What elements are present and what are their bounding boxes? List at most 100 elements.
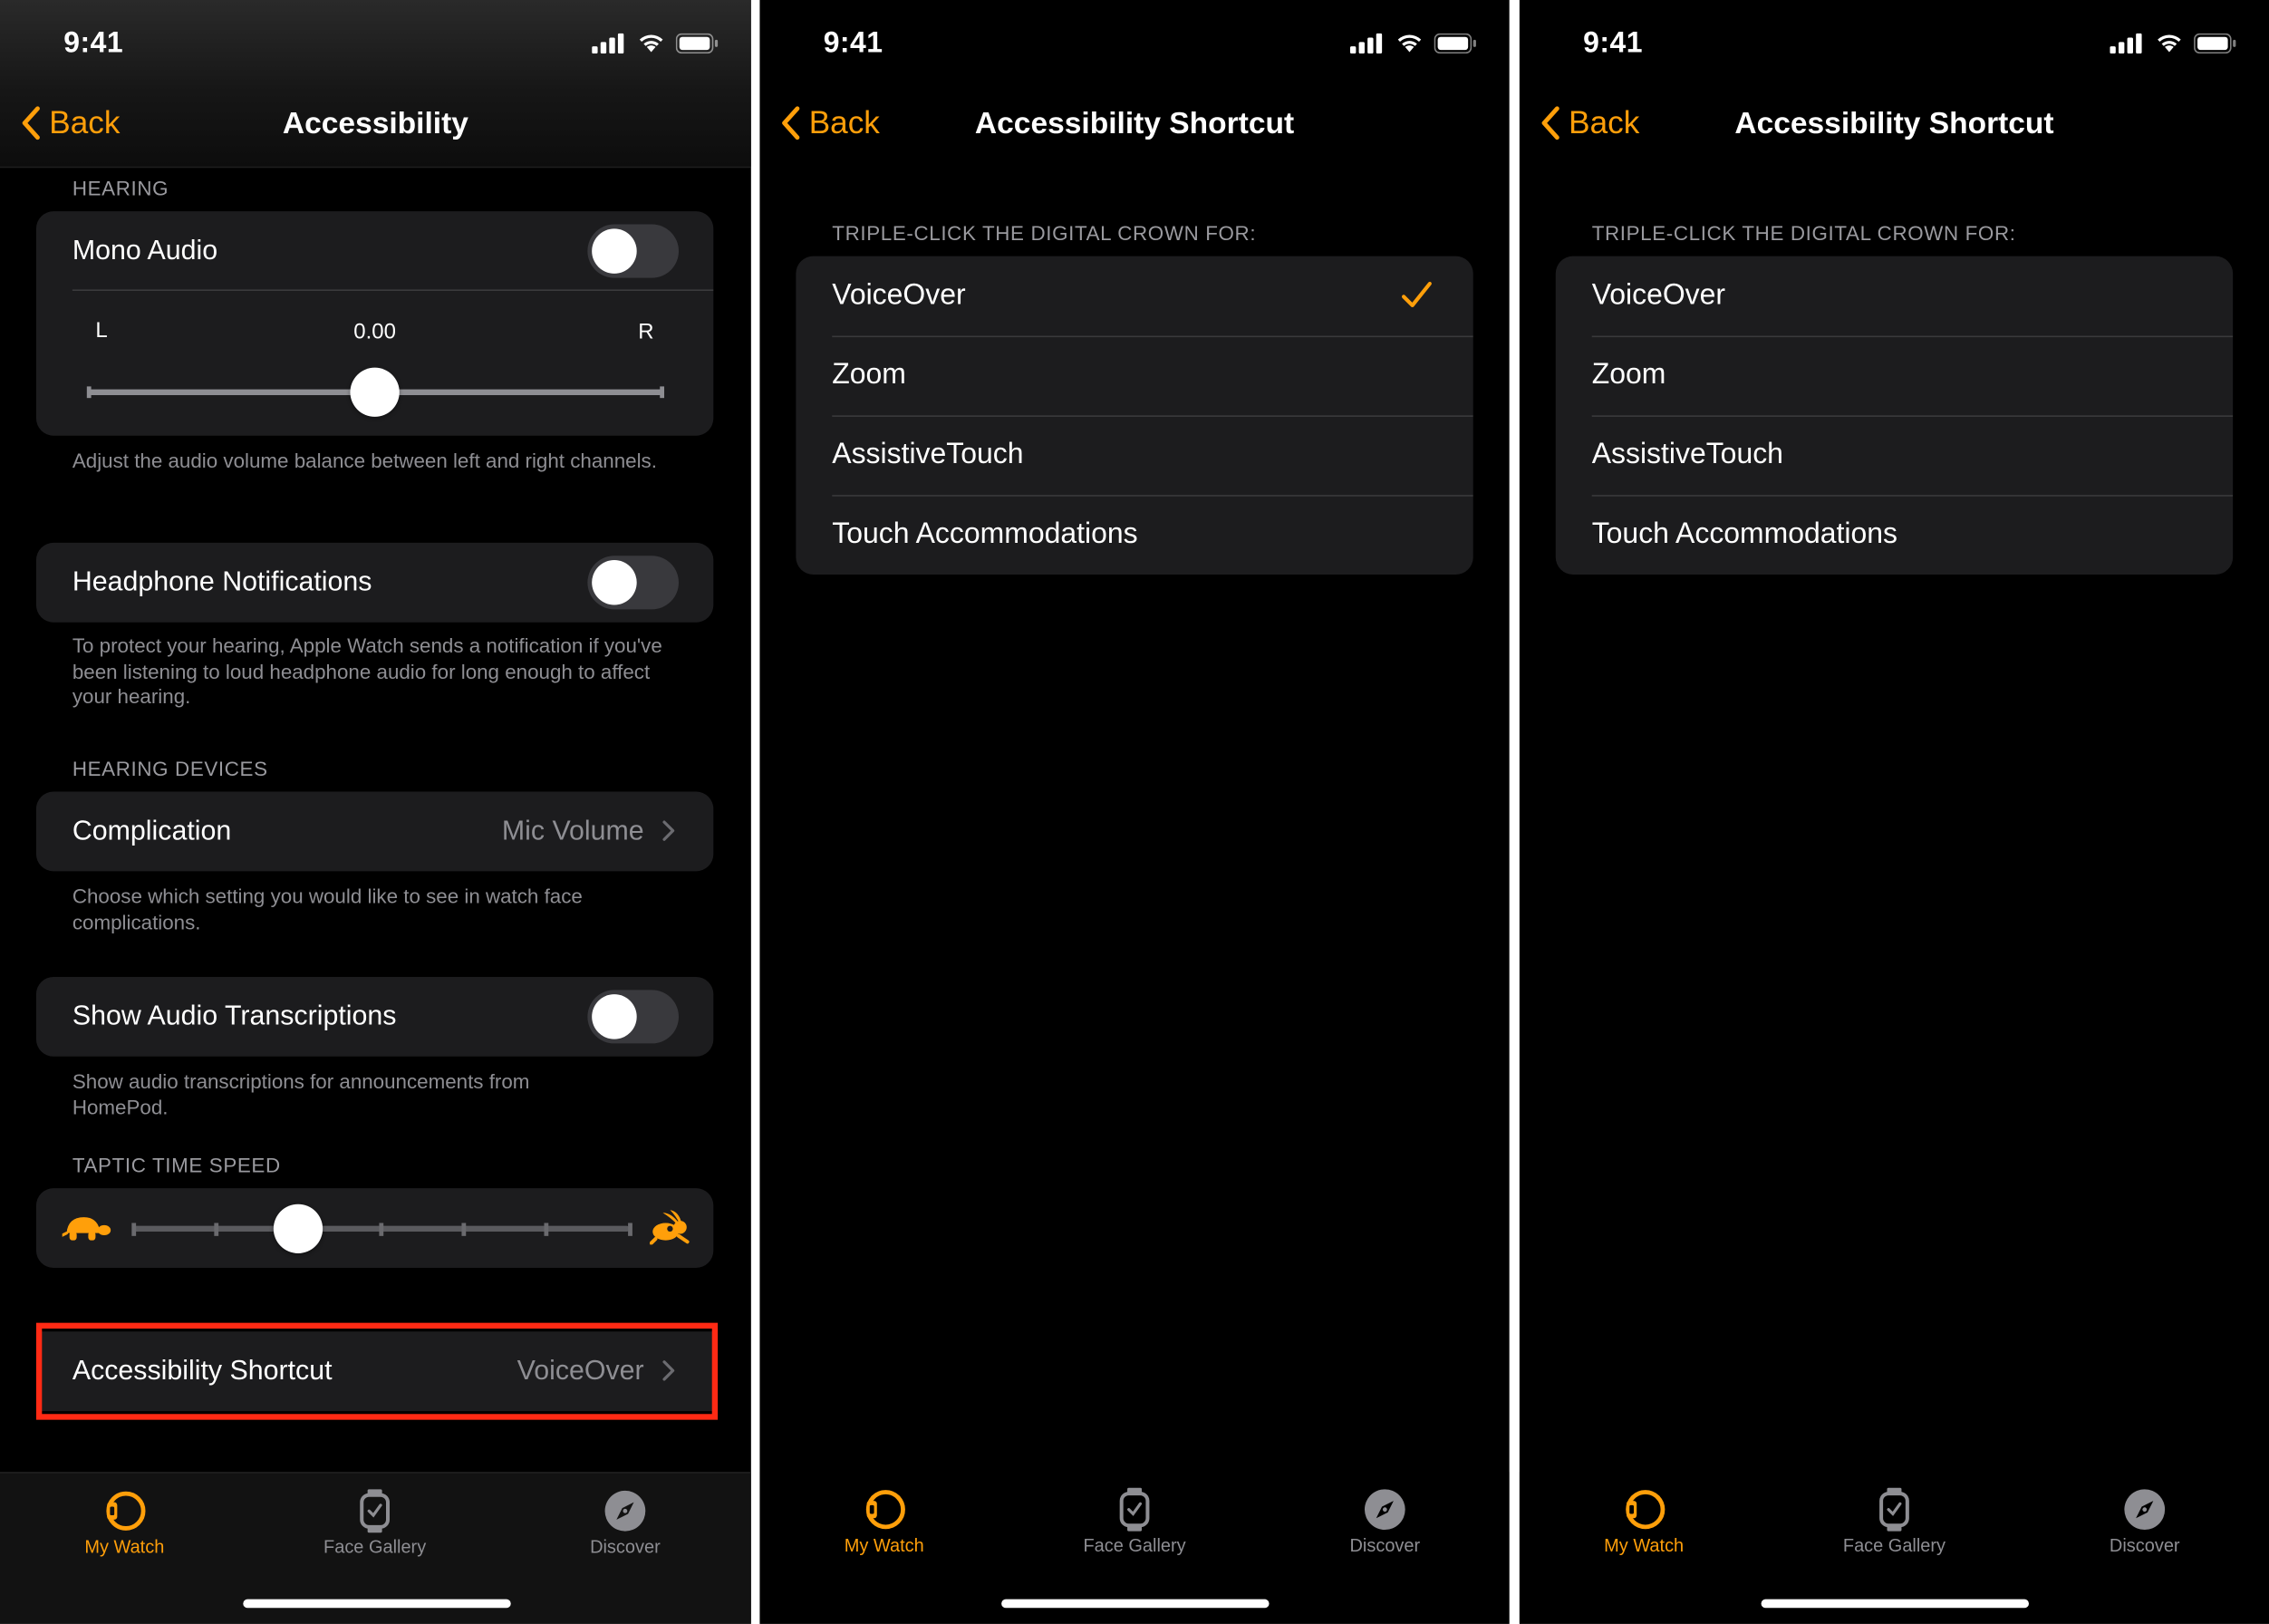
tab-label: My Watch — [84, 1537, 165, 1558]
page-title: Accessibility Shortcut — [1734, 107, 2054, 140]
shortcut-options-list: VoiceOver Zoom AssistiveTouch Touch Acco… — [796, 256, 1473, 575]
separator — [72, 289, 714, 291]
watch-ring-icon — [106, 1491, 146, 1531]
toggle-knob — [592, 228, 637, 274]
taptic-tick — [130, 1223, 136, 1236]
option-voiceover[interactable]: VoiceOver — [796, 256, 1472, 336]
balance-tick-left — [86, 386, 92, 399]
taptic-speed-thumb[interactable] — [274, 1204, 323, 1254]
compass-icon — [2124, 1489, 2166, 1531]
status-time: 9:41 — [823, 27, 883, 60]
section-header-triple-click: TRIPLE-CLICK THE DIGITAL CROWN FOR: — [1591, 221, 2016, 245]
option-zoom[interactable]: Zoom — [796, 335, 1473, 416]
phone-shortcut-unselected: 9:41 Back Accessibility Shortcut TRIPLE-… — [1519, 0, 2269, 1624]
tab-label: Discover — [590, 1537, 661, 1558]
wifi-icon — [639, 34, 663, 53]
balance-tick-right — [660, 386, 665, 399]
option-label: VoiceOver — [832, 279, 966, 312]
tab-discover[interactable]: Discover — [1299, 1486, 1472, 1556]
taptic-tick — [461, 1223, 467, 1236]
watch-face-icon — [1119, 1487, 1150, 1532]
taptic-tick — [213, 1223, 218, 1236]
balance-slider-thumb[interactable] — [350, 367, 400, 417]
home-indicator — [1761, 1599, 2029, 1609]
option-assistivetouch[interactable]: AssistiveTouch — [1556, 415, 2234, 495]
watch-face-icon — [360, 1489, 390, 1533]
complication-value: Mic Volume — [501, 815, 644, 846]
option-label: Zoom — [832, 359, 906, 392]
toggle-knob — [592, 994, 637, 1039]
headphone-notifications-toggle[interactable] — [587, 556, 679, 610]
home-indicator — [242, 1599, 510, 1609]
battery-icon — [2194, 32, 2236, 53]
cellular-signal-icon — [2110, 32, 2142, 53]
option-label: AssistiveTouch — [832, 438, 1024, 471]
headphone-notifications-row: Headphone Notifications — [36, 543, 713, 623]
option-assistivetouch[interactable]: AssistiveTouch — [796, 415, 1473, 495]
tab-label: Discover — [1349, 1535, 1421, 1556]
option-touch-accommodations[interactable]: Touch Accommodations — [796, 495, 1473, 575]
page-title: Accessibility Shortcut — [974, 107, 1295, 140]
option-label: AssistiveTouch — [1591, 438, 1783, 471]
battery-icon — [1434, 32, 1476, 53]
navigation-bar — [0, 0, 751, 169]
audio-transcriptions-row: Show Audio Transcriptions — [36, 977, 713, 1057]
option-voiceover[interactable]: VoiceOver — [1556, 256, 2233, 336]
cellular-signal-icon — [1350, 32, 1383, 53]
option-label: Touch Accommodations — [1591, 517, 1898, 550]
tab-label: My Watch — [844, 1535, 924, 1556]
checkmark-icon — [1402, 281, 1432, 308]
tab-discover[interactable]: Discover — [2058, 1486, 2232, 1556]
cellular-signal-icon — [592, 32, 624, 53]
wifi-icon — [2158, 34, 2181, 53]
chevron-right-icon — [662, 820, 675, 841]
option-label: Touch Accommodations — [832, 517, 1138, 550]
wifi-icon — [1397, 34, 1422, 53]
taptic-speed-group — [35, 1188, 714, 1268]
mono-audio-label: Mono Audio — [72, 235, 218, 266]
mono-audio-group: Mono Audio L 0.00 R — [35, 211, 714, 436]
status-time: 9:41 — [1583, 27, 1643, 60]
transcriptions-group: Show Audio Transcriptions — [35, 976, 714, 1057]
tab-face-gallery[interactable]: Face Gallery — [1048, 1486, 1221, 1556]
headphone-footer: To protect your hearing, Apple Watch sen… — [72, 633, 662, 708]
status-time: 9:41 — [63, 27, 124, 60]
audio-transcriptions-label: Show Audio Transcriptions — [72, 1000, 397, 1031]
shortcut-options-list: VoiceOver Zoom AssistiveTouch Touch Acco… — [1555, 256, 2234, 575]
turtle-icon — [62, 1217, 111, 1241]
page-title: Accessibility — [282, 107, 468, 140]
tab-face-gallery[interactable]: Face Gallery — [288, 1488, 462, 1558]
mono-audio-toggle[interactable] — [587, 224, 679, 278]
tab-my-watch[interactable]: My Watch — [797, 1486, 971, 1556]
mono-audio-row: Mono Audio — [36, 211, 713, 291]
rabbit-icon — [650, 1210, 690, 1245]
option-label: VoiceOver — [1591, 279, 1726, 312]
tab-label: Face Gallery — [1083, 1535, 1186, 1556]
tab-my-watch[interactable]: My Watch — [38, 1488, 212, 1558]
tab-label: My Watch — [1604, 1535, 1685, 1556]
tab-label: Face Gallery — [323, 1537, 427, 1558]
complication-label: Complication — [72, 815, 232, 846]
phone-accessibility: 9:41 Back Accessibility HEARING Mono Aud… — [0, 0, 751, 1624]
balance-value: 0.00 — [353, 319, 396, 345]
battery-icon — [675, 32, 719, 53]
complication-group: Complication Mic Volume — [35, 791, 714, 872]
section-header-triple-click: TRIPLE-CLICK THE DIGITAL CROWN FOR: — [832, 221, 1257, 245]
option-zoom[interactable]: Zoom — [1556, 335, 2234, 416]
tab-face-gallery[interactable]: Face Gallery — [1808, 1486, 1982, 1556]
headphone-group: Headphone Notifications — [35, 542, 714, 623]
watch-face-icon — [1879, 1487, 1909, 1532]
complication-row[interactable]: Complication Mic Volume — [36, 792, 713, 872]
tab-label: Discover — [2109, 1535, 2180, 1556]
option-touch-accommodations[interactable]: Touch Accommodations — [1556, 495, 2234, 575]
watch-ring-icon — [1626, 1490, 1666, 1530]
status-icons — [1350, 32, 1478, 53]
section-header-hearing: HEARING — [72, 176, 169, 200]
option-label: Zoom — [1591, 359, 1666, 392]
taptic-tick — [379, 1223, 384, 1236]
status-icons — [592, 32, 719, 53]
section-header-taptic-time-speed: TAPTIC TIME SPEED — [72, 1153, 281, 1177]
tab-discover[interactable]: Discover — [538, 1488, 712, 1558]
tab-my-watch[interactable]: My Watch — [1557, 1486, 1731, 1556]
audio-transcriptions-toggle[interactable] — [587, 990, 679, 1044]
